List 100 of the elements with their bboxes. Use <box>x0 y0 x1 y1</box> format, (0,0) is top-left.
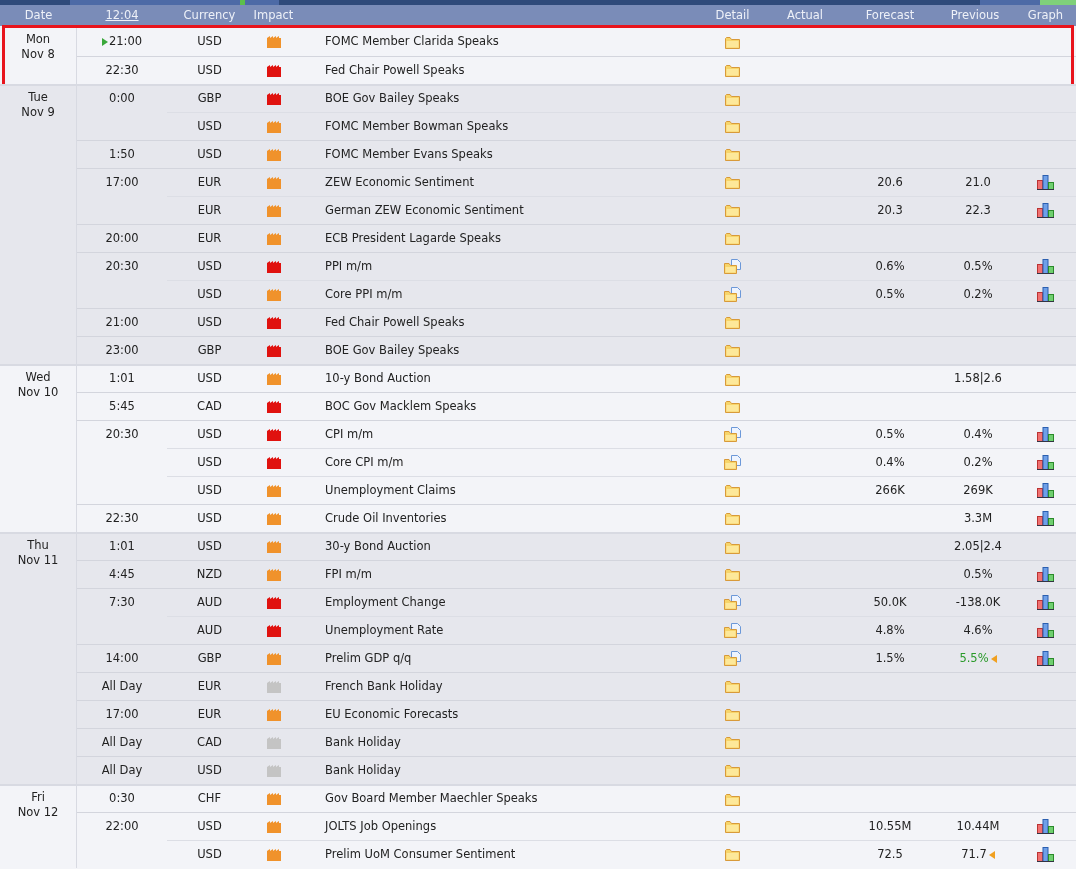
event-title[interactable]: FOMC Member Bowman Speaks <box>325 118 509 133</box>
bar-chart-icon[interactable] <box>1037 511 1054 526</box>
folder-document-icon[interactable] <box>724 623 741 638</box>
currency-cell-text: USD <box>197 845 222 863</box>
event-time: 21:00 <box>105 313 139 331</box>
event-title[interactable]: 30-y Bond Auction <box>325 539 431 554</box>
event-title[interactable]: Prelim UoM Consumer Sentiment <box>325 846 516 861</box>
folder-icon[interactable] <box>725 512 740 525</box>
folder-icon[interactable] <box>725 792 740 806</box>
bar-chart-icon[interactable] <box>1037 847 1054 862</box>
column-header: Impact <box>253 6 294 24</box>
folder-document-icon[interactable] <box>724 287 741 302</box>
forecast-value: 1.5% <box>875 649 905 667</box>
event-title[interactable]: Fed Chair Powell Speaks <box>325 62 465 77</box>
event-time: 1:50 <box>109 145 135 163</box>
folder-icon[interactable] <box>725 820 740 833</box>
event-title[interactable]: ZEW Economic Sentiment <box>325 174 474 189</box>
folder-icon[interactable] <box>725 400 740 413</box>
event-title[interactable]: 10-y Bond Auction <box>325 371 431 386</box>
folder-icon[interactable] <box>725 372 740 386</box>
folder-icon[interactable] <box>725 92 740 106</box>
previous-value: 0.2% <box>963 453 993 471</box>
folder-document-icon[interactable] <box>724 651 741 666</box>
event-title[interactable]: EU Economic Forecasts <box>325 706 459 721</box>
event-title[interactable]: Bank Holiday <box>325 734 401 749</box>
weekday: Mon <box>25 32 51 47</box>
event-title[interactable]: JOLTS Job Openings <box>325 818 437 833</box>
event-title[interactable]: FOMC Member Clarida Speaks <box>325 34 499 49</box>
event-title[interactable]: Core PPI m/m <box>325 286 403 301</box>
forecast-value: 266K <box>875 481 905 499</box>
event-title[interactable]: Unemployment Rate <box>325 622 444 637</box>
event-time: 20:30 <box>105 257 139 275</box>
currency-cell-text: USD <box>197 257 222 275</box>
folder-icon[interactable] <box>725 148 740 161</box>
folder-document-icon[interactable] <box>724 259 741 274</box>
bar-chart-icon[interactable] <box>1037 455 1054 470</box>
event-time: All Day <box>101 761 143 779</box>
bar-chart-icon[interactable] <box>1037 203 1054 218</box>
bar-chart-icon[interactable] <box>1037 623 1054 638</box>
folder-document-icon[interactable] <box>724 595 741 610</box>
event-title[interactable]: ECB President Lagarde Speaks <box>325 230 501 245</box>
folder-icon[interactable] <box>725 680 740 693</box>
bar-chart-icon[interactable] <box>1037 287 1054 302</box>
currency-cell-text: USD <box>197 285 222 303</box>
forecast-value: 0.5% <box>875 425 905 443</box>
folder-icon[interactable] <box>725 64 740 77</box>
event-time: 20:30 <box>105 425 139 443</box>
currency-cell-text: USD <box>197 761 222 779</box>
bar-chart-icon[interactable] <box>1037 259 1054 274</box>
bar-chart-icon[interactable] <box>1037 595 1054 610</box>
event-title[interactable]: Fed Chair Powell Speaks <box>325 314 465 329</box>
folder-icon[interactable] <box>725 708 740 721</box>
bar-chart-icon[interactable] <box>1037 651 1054 666</box>
event-title[interactable]: PPI m/m <box>325 258 373 273</box>
currency-cell: USD <box>197 538 222 556</box>
event-time: 0:00 <box>109 90 135 108</box>
event-title[interactable]: German ZEW Economic Sentiment <box>325 202 524 217</box>
event-title[interactable]: Unemployment Claims <box>325 482 456 497</box>
bar-chart-icon[interactable] <box>1037 427 1054 442</box>
bar-chart-icon[interactable] <box>1037 819 1054 834</box>
event-title[interactable]: Crude Oil Inventories <box>325 510 447 525</box>
currency-cell-text: USD <box>197 425 222 443</box>
folder-icon[interactable] <box>725 176 740 189</box>
currency-cell: CHF <box>197 790 222 808</box>
folder-icon[interactable] <box>725 484 740 497</box>
event-title[interactable]: BOE Gov Bailey Speaks <box>325 342 460 357</box>
event-title[interactable]: Gov Board Member Maechler Speaks <box>325 791 538 806</box>
bar-chart-icon[interactable] <box>1037 567 1054 582</box>
column-header: Currency <box>183 6 236 24</box>
folder-icon[interactable] <box>725 540 740 554</box>
currency-cell-text: USD <box>197 509 222 527</box>
folder-icon[interactable] <box>725 120 740 133</box>
folder-icon[interactable] <box>725 568 740 581</box>
folder-icon[interactable] <box>725 204 740 217</box>
folder-document-icon[interactable] <box>724 455 741 470</box>
event-title[interactable]: CPI m/m <box>325 426 374 441</box>
bar-chart-icon[interactable] <box>1037 483 1054 498</box>
event-title[interactable]: BOE Gov Bailey Speaks <box>325 91 460 106</box>
folder-document-icon[interactable] <box>724 427 741 442</box>
event-title[interactable]: Core CPI m/m <box>325 454 404 469</box>
event-title[interactable]: Prelim GDP q/q <box>325 650 412 665</box>
folder-icon[interactable] <box>725 232 740 245</box>
folder-icon[interactable] <box>725 764 740 777</box>
bar-chart-icon[interactable] <box>1037 175 1054 190</box>
event-title[interactable]: BOC Gov Macklem Speaks <box>325 398 477 413</box>
event-title[interactable]: FPI m/m <box>325 566 372 581</box>
event-title[interactable]: Employment Change <box>325 594 446 609</box>
event-title[interactable]: FOMC Member Evans Speaks <box>325 146 493 161</box>
folder-icon[interactable] <box>725 736 740 749</box>
forecast-value: 0.4% <box>875 453 905 471</box>
folder-icon[interactable] <box>725 848 740 861</box>
previous-value: 0.4% <box>963 425 993 443</box>
currency-cell: USD <box>197 370 222 388</box>
event-time: 20:00 <box>105 229 139 247</box>
folder-icon[interactable] <box>725 344 740 357</box>
event-title[interactable]: French Bank Holiday <box>325 678 443 693</box>
folder-icon[interactable] <box>725 316 740 329</box>
previous-value: 5.5% <box>959 649 989 667</box>
folder-icon[interactable] <box>725 35 740 49</box>
event-title[interactable]: Bank Holiday <box>325 762 401 777</box>
